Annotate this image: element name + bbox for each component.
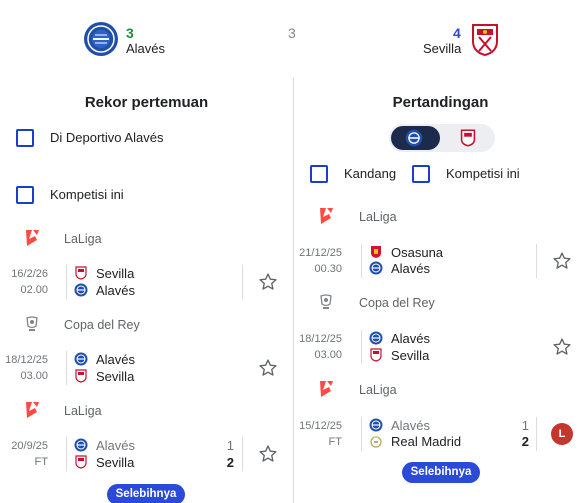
- match-away-team[interactable]: Sevilla: [74, 454, 134, 470]
- team-toggle[interactable]: [389, 124, 495, 152]
- laliga-icon: [320, 381, 333, 397]
- match-home-team[interactable]: Sevilla: [74, 265, 134, 281]
- star-icon[interactable]: [258, 272, 278, 292]
- matches-title: Pertandingan: [392, 94, 489, 111]
- match-separator: [361, 244, 362, 278]
- match-action-divider: [242, 437, 243, 471]
- match-action-divider: [242, 265, 243, 299]
- away-team-name[interactable]: Sevilla: [423, 41, 461, 56]
- match-action-divider: [536, 417, 537, 451]
- match-date: 20/9/25 FT: [11, 440, 48, 468]
- star-icon[interactable]: [552, 251, 572, 271]
- home-team-name[interactable]: Alavés: [126, 41, 165, 56]
- match-date: 15/12/25 FT: [299, 420, 342, 448]
- competition-label: Copa del Rey: [64, 318, 140, 332]
- laliga-icon: [26, 230, 39, 246]
- copa-del-rey-icon: [320, 294, 332, 309]
- copa-del-rey-icon: [26, 316, 38, 331]
- match-away-team[interactable]: Alavés: [369, 260, 430, 276]
- more-button[interactable]: Selebihnya: [107, 484, 185, 503]
- match-home-team[interactable]: Alavés: [369, 330, 430, 346]
- match-date: 18/12/25 03.00: [299, 333, 342, 361]
- away-goals: 2: [521, 434, 529, 449]
- match-date: 16/2/26 02.00: [11, 268, 48, 296]
- head-to-head-title: Rekor pertemuan: [84, 94, 209, 111]
- filter-checkbox-home-venue[interactable]: [16, 129, 34, 147]
- match-away-team[interactable]: Real Madrid: [369, 433, 461, 449]
- home-score: 3: [126, 25, 134, 41]
- sevilla-crest-icon: [75, 266, 87, 280]
- star-icon[interactable]: [552, 337, 572, 357]
- match-away-team[interactable]: Sevilla: [369, 347, 429, 363]
- laliga-icon: [26, 402, 39, 418]
- star-icon[interactable]: [258, 358, 278, 378]
- competition-label: LaLiga: [64, 404, 102, 418]
- match-away-team[interactable]: Sevilla: [74, 368, 134, 384]
- osasuna-crest-icon: [371, 246, 381, 258]
- match-date: 18/12/25 03.00: [5, 354, 48, 382]
- result-badge-loss: L: [551, 423, 573, 445]
- sevilla-crest-icon: [472, 24, 498, 57]
- competition-label: LaLiga: [359, 210, 397, 224]
- match-away-team[interactable]: Alavés: [74, 282, 135, 298]
- filter-checkbox-this-competition[interactable]: [412, 165, 430, 183]
- alaves-crest-icon: [74, 352, 88, 366]
- more-button[interactable]: Selebihnya: [402, 462, 480, 483]
- alaves-crest-icon: [405, 129, 423, 147]
- sevilla-crest-icon: [75, 369, 87, 383]
- match-home-team[interactable]: Alavés: [369, 417, 430, 433]
- star-icon[interactable]: [258, 444, 278, 464]
- sevilla-crest-icon: [75, 455, 87, 469]
- match-separator: [361, 330, 362, 364]
- filter-label-this-competition: Kompetisi ini: [446, 166, 520, 181]
- alaves-crest-icon: [369, 261, 383, 275]
- match-home-team[interactable]: Alavés: [74, 437, 135, 453]
- filter-checkbox-this-competition[interactable]: [16, 186, 34, 204]
- competition-label: LaLiga: [359, 383, 397, 397]
- match-separator: [66, 437, 67, 471]
- alaves-crest-icon: [369, 331, 383, 345]
- alaves-crest-icon: [369, 418, 383, 432]
- filter-label-home-venue: Di Deportivo Alavés: [50, 130, 164, 145]
- alaves-crest-icon: [74, 438, 88, 452]
- match-action-divider: [536, 244, 537, 278]
- filter-label-home: Kandang: [344, 166, 397, 181]
- home-goals: 1: [226, 438, 234, 453]
- filter-label-this-competition: Kompetisi ini: [50, 187, 124, 202]
- sevilla-crest-icon[interactable]: [459, 129, 477, 147]
- match-home-team[interactable]: Osasuna: [369, 244, 443, 260]
- competition-label: Copa del Rey: [359, 296, 435, 310]
- home-goals: 1: [521, 418, 529, 433]
- filter-checkbox-home[interactable]: [310, 165, 328, 183]
- real-madrid-crest-icon: [370, 436, 382, 448]
- alaves-crest-icon: [84, 22, 118, 56]
- match-home-team[interactable]: Alavés: [74, 351, 135, 367]
- away-goals: 2: [226, 455, 234, 470]
- competition-label: LaLiga: [64, 232, 102, 246]
- alaves-crest-icon: [74, 283, 88, 297]
- away-score: 4: [453, 25, 461, 41]
- center-value: 3: [288, 25, 296, 41]
- match-separator: [66, 351, 67, 385]
- match-separator: [66, 265, 67, 299]
- match-separator: [361, 417, 362, 451]
- sevilla-crest-icon: [370, 348, 382, 362]
- match-date: 21/12/25 00.30: [299, 247, 342, 275]
- laliga-icon: [320, 208, 333, 224]
